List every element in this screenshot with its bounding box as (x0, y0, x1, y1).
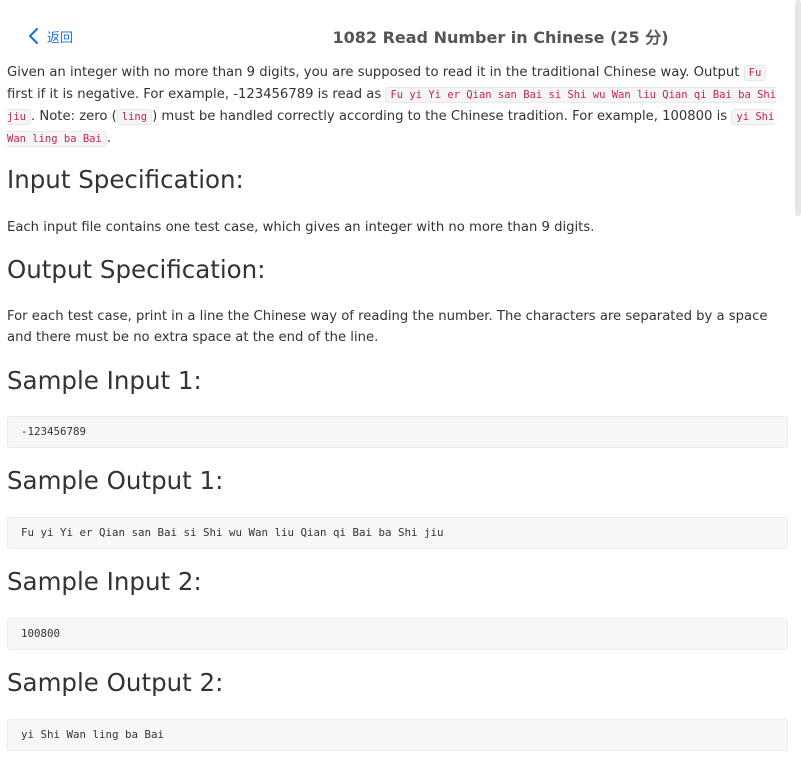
desc-text-1: Given an integer with no more than 9 dig… (7, 65, 744, 80)
sample-output-1-heading: Sample Output 1: (7, 466, 224, 495)
input-spec-text: Each input file contains one test case, … (7, 220, 595, 235)
sample-output-2-heading: Sample Output 2: (7, 668, 224, 697)
sample-input-1-block: -123456789 (7, 416, 788, 448)
sample-input-1-heading: Sample Input 1: (7, 366, 202, 395)
back-label: 返回 (47, 30, 74, 46)
sample-input-2-heading: Sample Input 2: (7, 567, 202, 596)
scrollbar[interactable] (795, 0, 801, 216)
back-button[interactable]: 返回 (27, 24, 73, 48)
desc-text-4: ) must be handled correctly according to… (152, 109, 732, 124)
sample-input-2-block: 100800 (7, 618, 788, 650)
output-spec-heading: Output Specification: (7, 255, 266, 284)
sample-output-2-block: yi Shi Wan ling ba Bai (7, 719, 788, 751)
inline-code-ling: ling (116, 109, 153, 125)
chevron-left-icon (28, 27, 39, 45)
output-spec-text: For each test case, print in a line the … (7, 309, 768, 345)
desc-text-5: . (106, 131, 112, 146)
inline-code-fu: Fu (743, 65, 767, 81)
input-spec-heading: Input Specification: (7, 165, 244, 194)
problem-description: Given an integer with no more than 9 dig… (7, 62, 788, 150)
problem-content: Given an integer with no more than 9 dig… (7, 62, 788, 751)
desc-text-3: . Note: zero ( (30, 109, 117, 124)
top-bar: 返回 1082 Read Number in Chinese (25 分) (0, 0, 801, 70)
page-title: 1082 Read Number in Chinese (25 分) (332, 28, 669, 47)
desc-text-2: first if it is negative. For example, -1… (7, 87, 386, 102)
sample-output-1-block: Fu yi Yi er Qian san Bai si Shi wu Wan l… (7, 517, 788, 549)
